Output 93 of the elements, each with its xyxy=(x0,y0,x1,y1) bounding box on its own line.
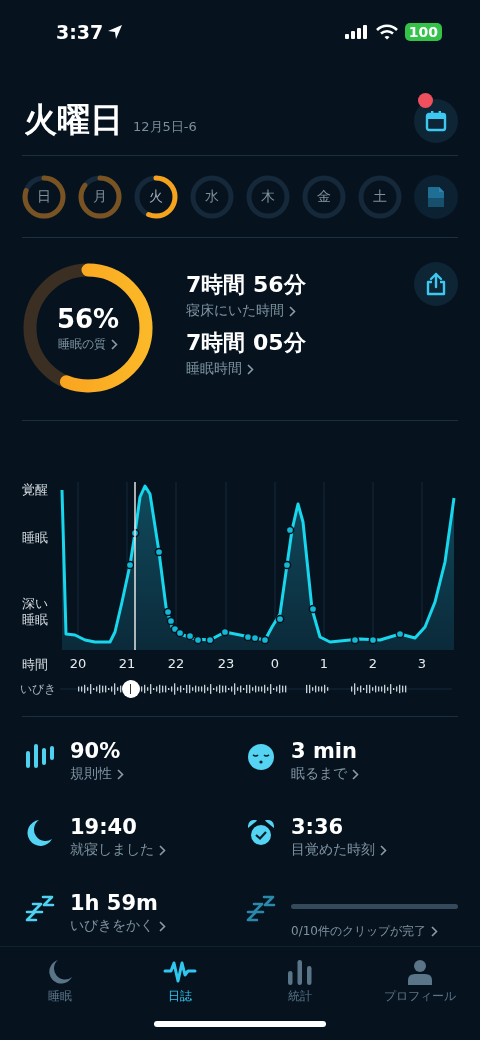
hour-label: 20 xyxy=(69,656,87,671)
stat-link[interactable]: 眠るまで xyxy=(291,765,359,783)
event-marker xyxy=(175,628,185,638)
axis-label: 覚醒 xyxy=(22,482,49,498)
sleep-quality-link[interactable]: 睡眠の質 xyxy=(58,335,118,353)
moon-icon xyxy=(27,819,53,847)
event-marker xyxy=(395,629,405,639)
tab-bar-item[interactable]: 統計 xyxy=(240,947,360,1005)
report-button[interactable] xyxy=(414,175,458,219)
sleeping-face-icon xyxy=(247,743,275,771)
tab-bar-item[interactable]: プロフィール xyxy=(360,947,480,1005)
zzz-icon xyxy=(25,895,55,923)
chevron-icon xyxy=(117,768,124,780)
event-marker xyxy=(282,560,292,570)
day-ring-button[interactable]: 土 xyxy=(358,175,402,219)
chevron-icon xyxy=(111,338,118,350)
day-ring-button[interactable]: 金 xyxy=(302,175,346,219)
hour-label: 3 xyxy=(417,656,427,671)
hour-label: 22 xyxy=(167,656,185,671)
share-icon xyxy=(426,272,446,296)
tab-bar-item[interactable]: 日誌 xyxy=(120,947,240,1005)
day-ring-button[interactable]: 日 xyxy=(22,175,66,219)
event-marker xyxy=(154,547,164,557)
event-marker xyxy=(125,560,135,570)
hour-label: 2 xyxy=(368,656,378,671)
battery-indicator: 100 xyxy=(404,23,442,41)
chevron-icon xyxy=(430,926,438,937)
date-range: 12月5日-6 xyxy=(133,118,197,136)
day-ring-button[interactable]: 木 xyxy=(246,175,290,219)
duration-link[interactable]: 睡眠時間 xyxy=(186,360,254,378)
stat-link[interactable]: 規則性 xyxy=(70,765,124,783)
event-marker xyxy=(193,635,203,645)
document-icon xyxy=(427,186,445,208)
hour-label: 21 xyxy=(118,656,136,671)
chevron-icon xyxy=(247,363,254,375)
chevron-icon xyxy=(159,920,166,932)
hour-label: 0 xyxy=(270,656,280,671)
event-marker xyxy=(185,631,195,641)
wifi-icon xyxy=(375,24,398,40)
event-marker xyxy=(163,607,173,617)
share-button[interactable] xyxy=(414,262,458,306)
day-ring-button[interactable]: 火 xyxy=(134,175,178,219)
stat-value: 3 min xyxy=(291,739,357,763)
person-icon xyxy=(407,959,433,985)
event-marker xyxy=(350,635,360,645)
bars-icon xyxy=(25,743,55,771)
axis-title: 時間 xyxy=(22,656,49,674)
stat-value: 19:40 xyxy=(70,815,137,839)
stat-value: 3:36 xyxy=(291,815,344,839)
day-ring-button[interactable]: 水 xyxy=(190,175,234,219)
stat-link[interactable]: 0/10件のクリップが完了 xyxy=(291,923,438,940)
snore-label: いびき xyxy=(20,680,57,698)
duration-value: 7時間 05分 xyxy=(186,329,306,357)
moon-icon xyxy=(47,959,73,985)
event-marker xyxy=(308,604,318,614)
stat-link[interactable]: 目覚めた時刻 xyxy=(291,841,387,859)
zzz-icon xyxy=(246,895,276,923)
tab-bar-item[interactable]: 睡眠 xyxy=(0,947,120,1005)
event-marker xyxy=(368,635,378,645)
calendar-button[interactable] xyxy=(414,98,458,143)
day-title: 火曜日 xyxy=(24,99,123,141)
stat-link[interactable]: 就寝しました xyxy=(70,841,166,859)
event-marker xyxy=(205,635,215,645)
stat-value: 90% xyxy=(70,739,121,763)
location-arrow-icon xyxy=(107,24,124,40)
duration-value: 7時間 56分 xyxy=(186,271,306,299)
event-marker xyxy=(220,627,230,637)
event-marker xyxy=(250,633,260,643)
event-marker xyxy=(285,525,295,535)
chevron-icon xyxy=(352,768,359,780)
stat-value: 1h 59m xyxy=(70,891,158,915)
bar-chart-icon xyxy=(287,959,313,985)
chevron-icon xyxy=(289,305,296,317)
day-ring-button[interactable]: 月 xyxy=(78,175,122,219)
signal-icon xyxy=(344,25,369,39)
waveform-icon xyxy=(163,959,197,985)
hour-label: 1 xyxy=(319,656,329,671)
axis-label: 深い睡眠 xyxy=(22,596,49,628)
hour-label: 23 xyxy=(217,656,235,671)
sleep-quality-value: 56% xyxy=(56,303,120,334)
duration-link[interactable]: 寝床にいた時間 xyxy=(186,302,296,320)
alarm-clock-icon xyxy=(247,819,275,847)
chevron-icon xyxy=(380,844,387,856)
playback-handle[interactable] xyxy=(121,680,140,698)
status-time: 3:37 xyxy=(56,21,104,43)
stat-link[interactable]: いびきをかく xyxy=(70,917,166,935)
axis-label: 睡眠 xyxy=(22,530,49,546)
chevron-icon xyxy=(159,844,166,856)
calendar-icon xyxy=(425,109,447,132)
event-marker xyxy=(130,528,140,538)
event-marker xyxy=(275,614,285,624)
event-marker xyxy=(260,635,270,645)
event-marker xyxy=(166,616,176,626)
